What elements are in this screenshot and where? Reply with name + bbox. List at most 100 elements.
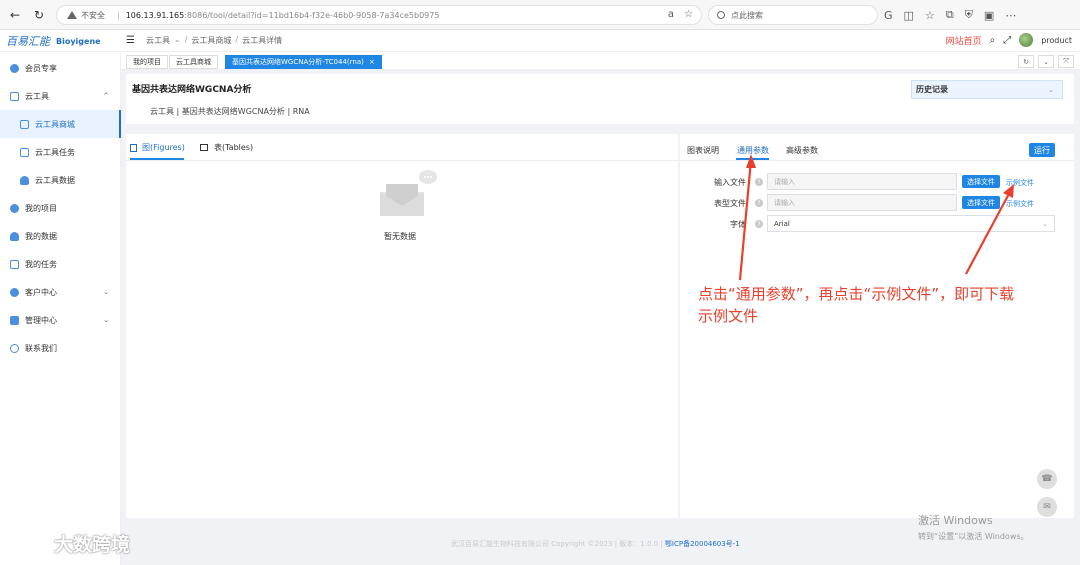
reload-icon[interactable]: ↻	[30, 6, 48, 24]
choose-input-file-button[interactable]: 选择文件	[962, 175, 1000, 188]
not-secure-indicator[interactable]: 不安全	[67, 10, 105, 21]
table-icon	[200, 144, 208, 151]
back-icon[interactable]: ←	[6, 6, 24, 24]
tab-chart-description[interactable]: 图表说明	[687, 145, 719, 156]
url-host: 106.13.91.165	[125, 10, 185, 20]
address-bar[interactable]: 不安全 | 106.13.91.165:8086/tool/detail?id=…	[56, 5, 702, 25]
close-icon[interactable]: ×	[369, 58, 375, 66]
menu-toggle-icon[interactable]: ☰	[126, 35, 135, 46]
search-icon	[717, 11, 725, 19]
admin-grid-icon	[10, 315, 19, 325]
tab-wgcna[interactable]: 基因共表达网络WGCNA分析-TC044(rna) ×	[225, 55, 382, 69]
empty-inbox-icon	[380, 170, 437, 216]
sidebar-item-cloud-tools[interactable]: 云工具 ^	[0, 82, 121, 110]
icp-link[interactable]: 鄂ICP备20004603号-1	[665, 540, 740, 548]
input-placeholder: 请输入	[774, 198, 795, 207]
browser-toolbar: ← ↻ 不安全 | 106.13.91.165:8086/tool/detail…	[0, 0, 1080, 30]
customer-service-icon[interactable]: ☎	[1037, 469, 1057, 489]
sidebar-item-tool-store[interactable]: 云工具商城	[0, 110, 121, 138]
chevron-down-icon[interactable]: ⌄	[1038, 55, 1054, 68]
sidebar-item-contact[interactable]: 联系我们	[0, 334, 121, 362]
breadcrumb-item[interactable]: 云工具	[146, 35, 170, 46]
split-screen-icon[interactable]: ◫	[904, 9, 914, 22]
cloud-tool-icon	[10, 91, 19, 101]
sidebar-item-tool-tasks[interactable]: 云工具任务	[0, 138, 121, 166]
shield-extension-icon[interactable]: ⛨	[965, 8, 973, 22]
chevron-down-icon: ⌄	[103, 316, 109, 324]
phenotype-file-field[interactable]: 请输入	[767, 194, 957, 211]
tab-my-projects[interactable]: 我的项目	[126, 55, 168, 69]
history-select[interactable]: 历史记录 ⌄	[911, 80, 1063, 99]
breadcrumb-separator: /	[235, 35, 239, 44]
help-icon[interactable]: ?	[755, 178, 763, 186]
sidebar-item-customer-center[interactable]: 客户中心 ⌄	[0, 278, 121, 306]
sidebar-item-my-tasks[interactable]: 我的任务	[0, 250, 121, 278]
tab-general-params[interactable]: 通用参数	[737, 145, 769, 156]
history-label: 历史记录	[916, 85, 948, 94]
favorites-icon[interactable]: ☆	[925, 9, 935, 22]
refresh-tab-icon[interactable]: ↻	[1018, 55, 1034, 68]
browser-search-box[interactable]: 点此搜索	[708, 5, 878, 25]
extension-icon[interactable]: G	[884, 9, 893, 22]
tab-advanced-params[interactable]: 高级参数	[786, 145, 818, 156]
address-separator: |	[117, 10, 120, 20]
favorite-star-icon[interactable]: ☆	[684, 9, 693, 20]
sidebar-item-admin-center[interactable]: 管理中心 ⌄	[0, 306, 121, 334]
sidebar-item-label: 我的任务	[25, 259, 57, 269]
collections-icon[interactable]: ⧉	[946, 8, 954, 22]
breadcrumb-item: 云工具详情	[242, 36, 283, 45]
watermark-line: 激活 Windows	[918, 514, 993, 527]
sidebar-toggle-icon[interactable]: ▣	[984, 9, 994, 22]
choose-phenotype-file-button[interactable]: 选择文件	[962, 196, 1000, 209]
font-label: 字体	[730, 220, 746, 229]
logo[interactable]: 百易汇能 Bioyigene	[6, 32, 101, 50]
sidebar-item-member[interactable]: 会员专享	[0, 54, 121, 82]
sidebar-item-label: 云工具数据	[35, 175, 75, 185]
chevron-up-icon: ^	[103, 92, 109, 100]
run-button[interactable]: 运行	[1029, 143, 1055, 157]
tab-label: 基因共表达网络WGCNA分析-TC044(rna)	[232, 58, 364, 66]
tab-tables[interactable]: 表(Tables)	[200, 142, 253, 153]
search-icon[interactable]: ⌕	[990, 35, 996, 46]
task-icon	[20, 147, 29, 157]
data-icon	[10, 231, 19, 241]
font-select[interactable]: Arial ⌄	[767, 215, 1055, 232]
divider	[680, 160, 1074, 161]
chevron-down-icon: ⌄	[103, 288, 109, 296]
sidebar-item-label: 联系我们	[25, 343, 57, 353]
browser-menu-icon[interactable]: ⋯	[1005, 9, 1016, 22]
sidebar-item-label: 管理中心	[25, 315, 57, 325]
feedback-icon[interactable]: ✉	[1037, 497, 1057, 517]
data-icon	[20, 175, 29, 185]
sidebar-item-my-data[interactable]: 我的数据	[0, 222, 121, 250]
phenotype-file-label: 表型文件	[714, 199, 746, 208]
logo-en: Bioyigene	[56, 36, 101, 46]
sidebar-item-tool-data[interactable]: 云工具数据	[0, 166, 121, 194]
sidebar-item-label: 我的项目	[25, 203, 57, 213]
help-icon[interactable]: ?	[755, 220, 763, 228]
expand-icon[interactable]: ⤧	[1058, 55, 1074, 68]
breadcrumb-item[interactable]: 云工具商城	[191, 35, 231, 46]
sidebar-item-my-projects[interactable]: 我的项目	[0, 194, 121, 222]
fullscreen-icon[interactable]: ⤢	[1003, 35, 1011, 46]
sidebar-item-label: 我的数据	[25, 231, 57, 241]
read-aloud-icon[interactable]: a	[668, 9, 674, 20]
sidebar-item-label: 会员专享	[25, 63, 57, 73]
tab-label: 我的项目	[133, 58, 161, 66]
logo-cn: 百易汇能	[6, 35, 50, 48]
input-file-label: 输入文件	[714, 178, 746, 187]
help-icon[interactable]: ?	[755, 199, 763, 207]
tab-figures[interactable]: 图(Figures)	[130, 142, 185, 153]
input-file-field[interactable]: 请输入	[767, 173, 957, 190]
tab-tool-store[interactable]: 云工具商城	[169, 55, 218, 69]
chevron-down-icon: ⌄	[174, 35, 181, 44]
sidebar-item-label: 云工具	[25, 91, 49, 101]
instruction-annotation: 点击“通用参数”，再点击“示例文件”，即可下载示例文件	[698, 285, 1015, 325]
sidebar-item-label: 客户中心	[25, 287, 57, 297]
user-name[interactable]: product	[1041, 36, 1072, 45]
avatar[interactable]	[1019, 33, 1034, 47]
site-home-link[interactable]: 网站首页	[946, 34, 982, 47]
phenotype-example-file-link[interactable]: 示例文件	[1006, 199, 1034, 209]
input-example-file-link[interactable]: 示例文件	[1006, 178, 1034, 188]
page-subtitle: 云工具 | 基因共表达网络WGCNA分析 | RNA	[150, 107, 310, 116]
